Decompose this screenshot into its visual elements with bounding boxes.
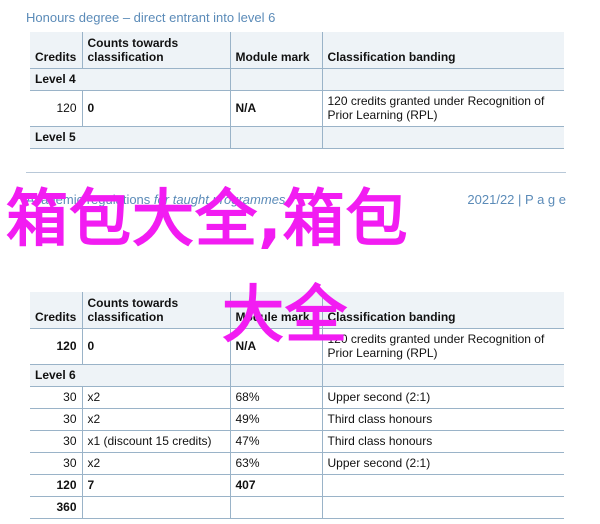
- total-row: 120 7 407: [30, 474, 564, 497]
- cell-credits: 120: [30, 328, 83, 365]
- credits-table-1: Credits Counts towards classification Mo…: [30, 32, 564, 149]
- cell-counts: x1 (discount 15 credits): [82, 430, 231, 453]
- cell-credits: 360: [30, 496, 83, 519]
- table-row: 30 x2 63% Upper second (2:1): [30, 452, 564, 475]
- cell-mark: 407: [230, 474, 323, 497]
- header-counts: Counts towards classification: [82, 292, 231, 329]
- cell-banding: Third class honours: [322, 408, 564, 431]
- table-header-row: Credits Counts towards classification Mo…: [30, 32, 564, 69]
- cell-counts: x2: [82, 386, 231, 409]
- cell-banding: [322, 474, 564, 497]
- level-row: Level 6: [30, 364, 564, 387]
- cell-credits: 120: [30, 474, 83, 497]
- table-row: 30 x2 68% Upper second (2:1): [30, 386, 564, 409]
- footer-page: 2021/22 | P a g e: [467, 192, 566, 207]
- cell-mark: N/A: [230, 90, 323, 127]
- level-label: Level 6: [30, 364, 82, 387]
- cell-banding: Third class honours: [322, 430, 564, 453]
- header-mark: Module mark: [230, 32, 323, 69]
- cell-banding: 120 credits granted under Recognition of…: [322, 328, 564, 365]
- cell-banding: 120 credits granted under Recognition of…: [322, 90, 564, 127]
- grand-total-row: 360: [30, 496, 564, 519]
- watermark-line-1: 箱包大全,箱包: [6, 182, 409, 255]
- cell-banding: Upper second (2:1): [322, 452, 564, 475]
- cell-counts: x2: [82, 408, 231, 431]
- header-counts: Counts towards classification: [82, 32, 231, 69]
- level-label: Level 5: [30, 126, 82, 149]
- header-banding: Classification banding: [322, 292, 564, 329]
- cell-credits: 30: [30, 430, 83, 453]
- header-credits: Credits: [30, 32, 83, 69]
- cell-banding: Upper second (2:1): [322, 386, 564, 409]
- cell-credits: 120: [30, 90, 83, 127]
- cell-counts: 0: [82, 328, 231, 365]
- cell-credits: 30: [30, 452, 83, 475]
- cell-credits: 30: [30, 386, 83, 409]
- table-row: 30 x2 49% Third class honours: [30, 408, 564, 431]
- watermark-line-2: 大全: [222, 278, 349, 351]
- section-heading: Honours degree – direct entrant into lev…: [26, 10, 276, 25]
- cell-mark: 47%: [230, 430, 323, 453]
- cell-credits: 30: [30, 408, 83, 431]
- cell-counts: 0: [82, 90, 231, 127]
- cell-mark: 63%: [230, 452, 323, 475]
- header-banding: Classification banding: [322, 32, 564, 69]
- level-label: Level 4: [30, 68, 82, 91]
- level-row: Level 4: [30, 68, 564, 91]
- table-row: 30 x1 (discount 15 credits) 47% Third cl…: [30, 430, 564, 453]
- cell-counts: 7: [82, 474, 231, 497]
- page-divider: [26, 172, 566, 173]
- cell-mark: 49%: [230, 408, 323, 431]
- level-row: Level 5: [30, 126, 564, 149]
- table-row: 120 0 N/A 120 credits granted under Reco…: [30, 90, 564, 127]
- header-credits: Credits: [30, 292, 83, 329]
- cell-counts: x2: [82, 452, 231, 475]
- cell-mark: 68%: [230, 386, 323, 409]
